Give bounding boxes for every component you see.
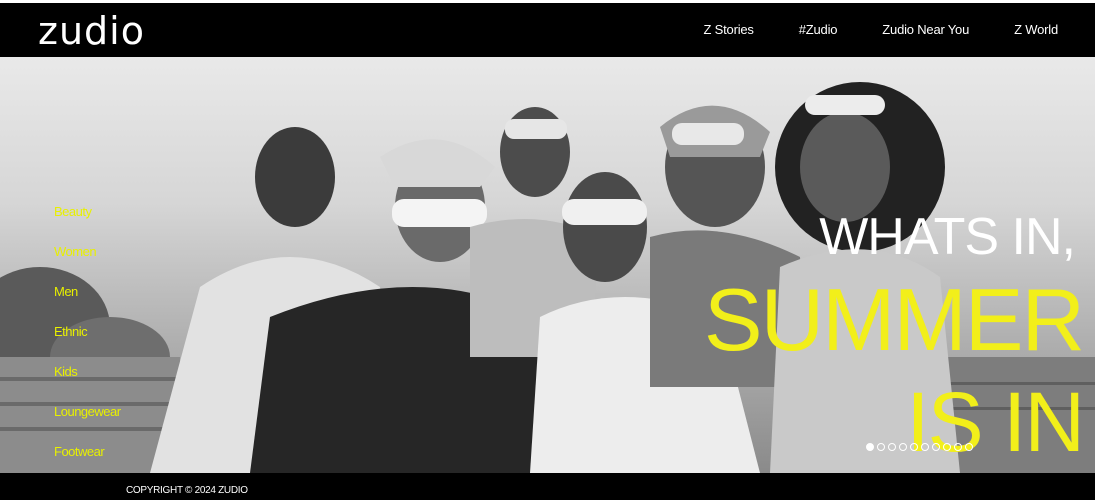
carousel-dot[interactable] xyxy=(943,443,951,451)
category-kids[interactable]: Kids xyxy=(54,362,121,402)
carousel-dot[interactable] xyxy=(888,443,896,451)
carousel-dot[interactable] xyxy=(877,443,885,451)
category-footwear[interactable]: Footwear xyxy=(54,442,121,473)
site-footer: COPYRIGHT © 2024 ZUDIO xyxy=(0,473,1095,500)
nav-z-world[interactable]: Z World xyxy=(1014,22,1058,37)
carousel-dot[interactable] xyxy=(954,443,962,451)
nav-zudio-near-you[interactable]: Zudio Near You xyxy=(882,22,969,37)
category-ethnic[interactable]: Ethnic xyxy=(54,322,121,362)
zudio-logo[interactable]: zudio xyxy=(38,9,145,53)
hero-headline-line3: IS IN xyxy=(906,375,1085,469)
hero-headline-line1: WHATS IN, xyxy=(819,208,1076,266)
carousel-dot[interactable] xyxy=(899,443,907,451)
copyright-text: COPYRIGHT © 2024 ZUDIO xyxy=(126,485,248,496)
category-loungewear[interactable]: Loungewear xyxy=(54,402,121,442)
top-nav: Z Stories #Zudio Zudio Near You Z World xyxy=(704,22,1059,37)
category-men[interactable]: Men xyxy=(54,282,121,322)
category-menu: Beauty Women Men Ethnic Kids Loungewear … xyxy=(54,202,121,473)
site-header: zudio Z Stories #Zudio Zudio Near You Z … xyxy=(0,0,1095,57)
hero-banner[interactable]: Beauty Women Men Ethnic Kids Loungewear … xyxy=(0,57,1095,473)
hero-headline-line2: SUMMER xyxy=(703,270,1085,369)
carousel-dot[interactable] xyxy=(910,443,918,451)
carousel-dot[interactable] xyxy=(866,443,874,451)
carousel-dot[interactable] xyxy=(921,443,929,451)
category-women[interactable]: Women xyxy=(54,242,121,282)
carousel-dot[interactable] xyxy=(965,443,973,451)
carousel-dots xyxy=(866,443,973,451)
nav-zudio-hashtag[interactable]: #Zudio xyxy=(799,22,838,37)
carousel-dot[interactable] xyxy=(932,443,940,451)
category-beauty[interactable]: Beauty xyxy=(54,202,121,242)
nav-z-stories[interactable]: Z Stories xyxy=(704,22,754,37)
